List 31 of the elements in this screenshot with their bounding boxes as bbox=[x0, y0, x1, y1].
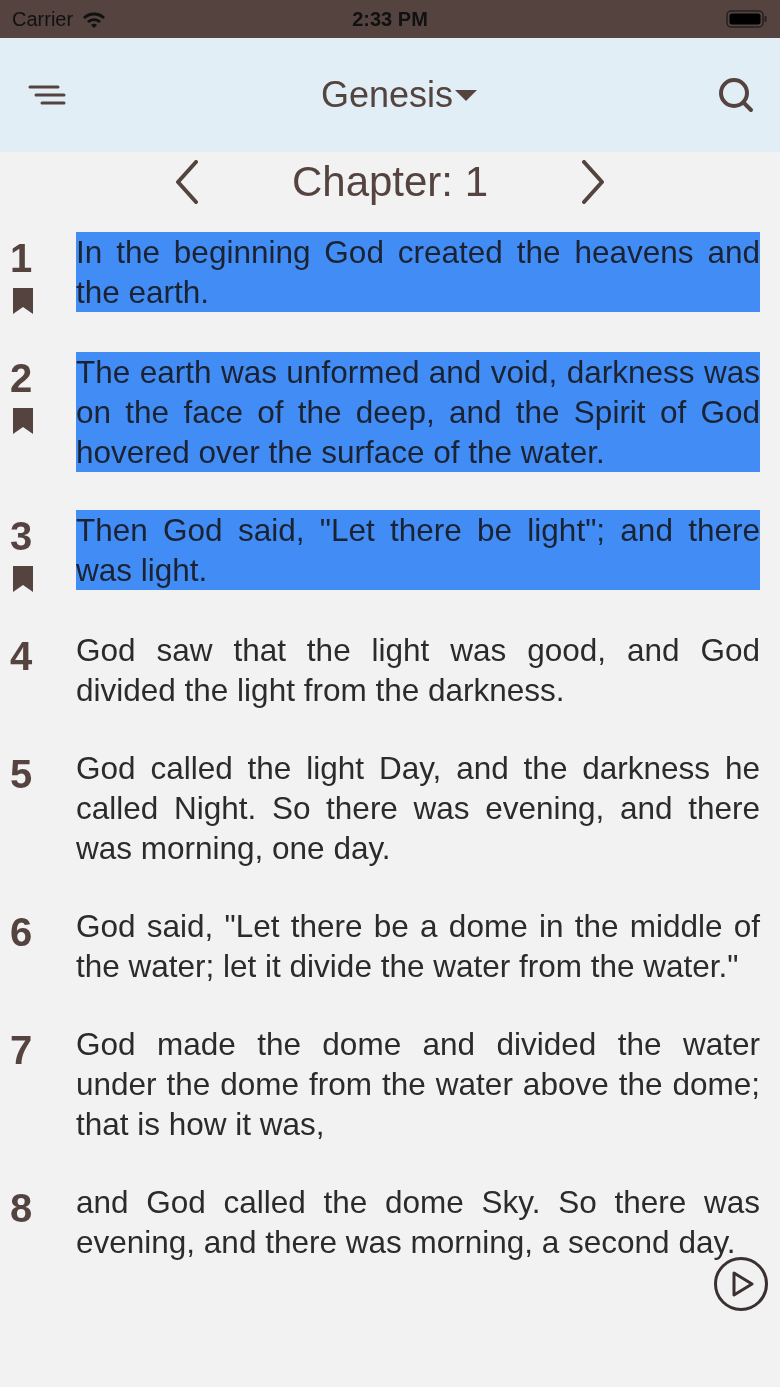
search-button[interactable] bbox=[718, 77, 754, 113]
book-selector[interactable]: Genesis bbox=[320, 74, 478, 116]
verse-number: 7 bbox=[10, 1027, 33, 1074]
play-icon bbox=[732, 1271, 754, 1297]
battery-icon bbox=[726, 10, 768, 28]
verse-number: 5 bbox=[10, 751, 33, 798]
caret-icon bbox=[455, 89, 478, 101]
chevron-left-icon bbox=[173, 160, 200, 204]
previous-chapter-button[interactable] bbox=[173, 160, 200, 204]
verse-number: 2 bbox=[10, 355, 33, 402]
verse-text[interactable]: In the beginning God created the heavens and the earth. bbox=[76, 232, 760, 312]
menu-icon bbox=[28, 84, 66, 106]
verse-text[interactable]: Then God said, "Let there be light"; and there was light. bbox=[76, 510, 760, 590]
verse-number: 1 bbox=[10, 235, 33, 282]
verse-number: 3 bbox=[10, 513, 33, 560]
verse-text[interactable]: God said, "Let there be a dome in the middle of the water; let it divide the water from the water." bbox=[76, 906, 760, 986]
verse-number: 6 bbox=[10, 909, 33, 956]
verse-text[interactable]: The earth was unformed and void, darkness was on the face of the deep, and the Spirit of God hovered over the surface of the water. bbox=[76, 352, 760, 472]
chapter-label: Chapter: 1 bbox=[291, 158, 489, 206]
chevron-right-icon bbox=[580, 160, 607, 204]
carrier-label: Carrier bbox=[12, 7, 74, 31]
verse-text[interactable]: God called the light Day, and the darkness he called Night. So there was evening, and there was morning, one day. bbox=[76, 748, 760, 868]
verse-number: 8 bbox=[10, 1185, 33, 1232]
search-icon bbox=[718, 77, 754, 113]
next-chapter-button[interactable] bbox=[580, 160, 607, 204]
menu-button[interactable] bbox=[28, 84, 66, 106]
verse-number: 4 bbox=[10, 633, 33, 680]
verse-text[interactable]: God saw that the light was good, and God divided the light from the darkness. bbox=[76, 630, 760, 710]
verse-text[interactable]: and God called the dome Sky. So there was evening, and there was morning, a second day. bbox=[76, 1182, 760, 1262]
verse-text[interactable]: God made the dome and divided the water under the dome from the water above the dome; that is how it was, bbox=[76, 1024, 760, 1144]
clock-time: 2:33 PM bbox=[352, 8, 428, 30]
